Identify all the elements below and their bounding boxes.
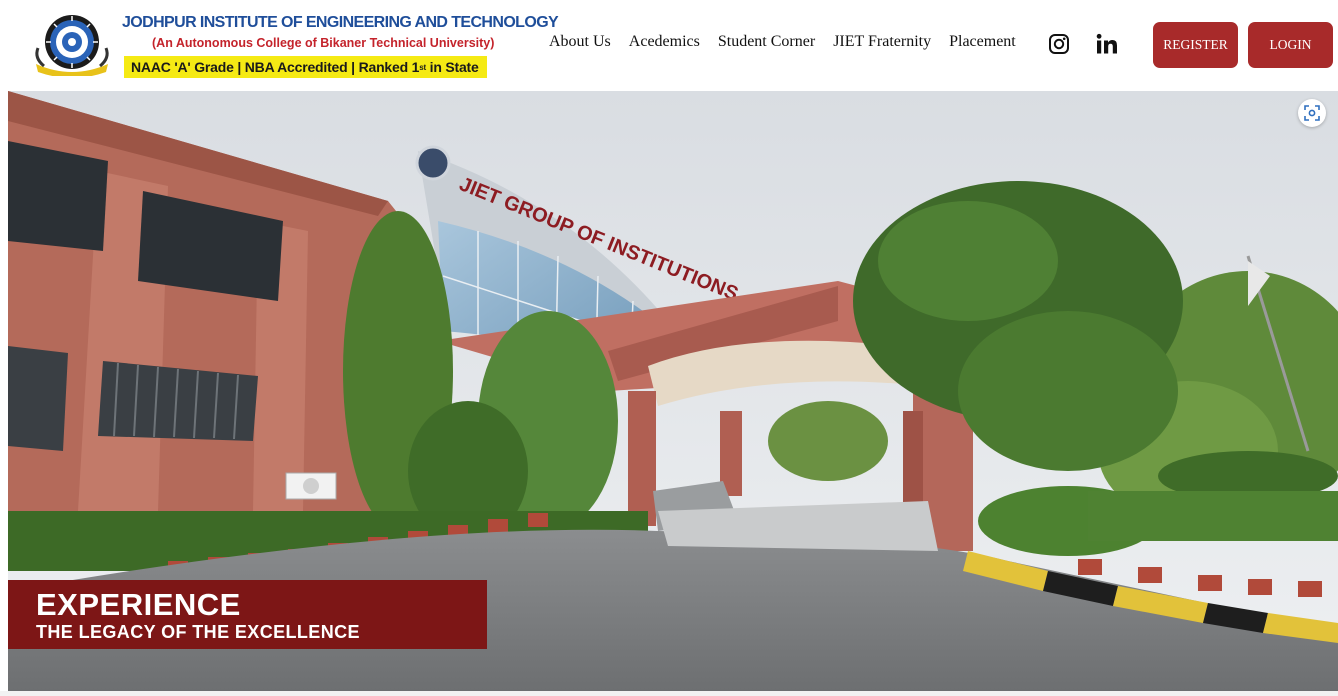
hero-caption: EXPERIENCE THE LEGACY OF THE EXCELLENCE <box>8 580 487 649</box>
accreditation-badge: NAAC 'A' Grade | NBA Accredited | Ranked… <box>124 56 487 78</box>
main-nav: About Us Acedemics Student Corner JIET F… <box>549 32 1034 52</box>
page-bottom-strip <box>0 691 1338 696</box>
accreditation-suffix: in State <box>425 59 479 75</box>
fullscreen-scan-icon[interactable] <box>1298 99 1326 127</box>
brand-block: JODHPUR INSTITUTE OF ENGINEERING AND TEC… <box>122 14 559 78</box>
linkedin-icon[interactable] <box>1096 33 1118 55</box>
nav-jiet-fraternity[interactable]: JIET Fraternity <box>833 32 931 52</box>
hero-caption-title: EXPERIENCE <box>36 587 241 622</box>
login-button[interactable]: LOGIN <box>1248 22 1333 68</box>
institute-name: JODHPUR INSTITUTE OF ENGINEERING AND TEC… <box>122 14 559 31</box>
hero-caption-subtitle: THE LEGACY OF THE EXCELLENCE <box>36 622 360 642</box>
site-header: JODHPUR INSTITUTE OF ENGINEERING AND TEC… <box>0 0 1338 90</box>
college-emblem-icon <box>35 15 109 78</box>
nav-about-us[interactable]: About Us <box>549 32 611 52</box>
nav-academics[interactable]: Acedemics <box>629 32 700 52</box>
hero-panorama[interactable]: JIET GROUP OF INSTITUTIONS EXPERIENCE TH… <box>8 91 1338 691</box>
accreditation-sup: st <box>419 62 426 72</box>
accreditation-text: NAAC 'A' Grade | NBA Accredited | Ranked… <box>131 59 420 75</box>
instagram-icon[interactable] <box>1048 33 1070 55</box>
college-logo[interactable] <box>32 12 120 78</box>
nav-student-corner[interactable]: Student Corner <box>718 32 815 52</box>
register-button[interactable]: REGISTER <box>1153 22 1238 68</box>
institute-affiliation: (An Autonomous College of Bikaner Techni… <box>152 36 495 50</box>
nav-placement[interactable]: Placement <box>949 32 1016 52</box>
